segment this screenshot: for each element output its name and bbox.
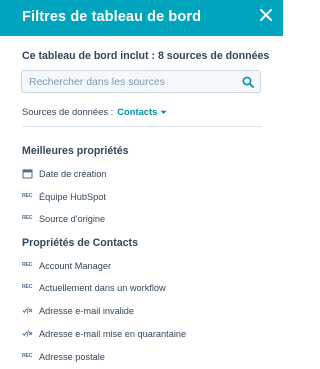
rec-icon: REC (22, 215, 33, 221)
property-label: Adresse e-mail mise en quarantaine (39, 329, 187, 339)
property-label: Adresse postale (39, 352, 105, 362)
data-sources-filter: Sources de données : Contacts (22, 106, 167, 117)
panel-title: Filtres de tableau de bord (22, 9, 202, 25)
chevron-down-icon (160, 110, 167, 115)
panel-header: Filtres de tableau de bord (0, 0, 283, 36)
property-label: Account Manager (39, 261, 112, 271)
divider (22, 126, 262, 127)
section-title-top-properties: Meilleures propriétés (22, 145, 129, 157)
rec-icon: REC (22, 284, 33, 290)
search-input[interactable] (22, 71, 239, 92)
data-sources-value: Contacts (117, 106, 158, 117)
rec-icon: REC (22, 193, 33, 199)
boolean-icon (22, 307, 33, 314)
section-title-contact-properties: Propriétés de Contacts (22, 237, 138, 249)
data-sources-label: Sources de données : (22, 106, 114, 117)
property-label: Équipe HubSpot (39, 192, 106, 202)
property-label: Actuellement dans un workflow (39, 283, 166, 293)
rec-icon: REC (22, 353, 33, 359)
calendar-icon (22, 169, 33, 179)
close-icon[interactable] (259, 8, 273, 22)
search-icon[interactable] (242, 76, 254, 88)
sources-count-text: Ce tableau de bord inclut : 8 sources de… (22, 50, 270, 62)
property-label: Source d'origine (39, 214, 106, 224)
property-label: Date de création (39, 169, 107, 179)
property-label: Adresse e-mail invalide (39, 306, 134, 316)
search-box (21, 70, 261, 93)
data-sources-dropdown[interactable]: Contacts (117, 106, 167, 117)
rec-icon: REC (22, 262, 33, 268)
boolean-icon (22, 330, 33, 337)
